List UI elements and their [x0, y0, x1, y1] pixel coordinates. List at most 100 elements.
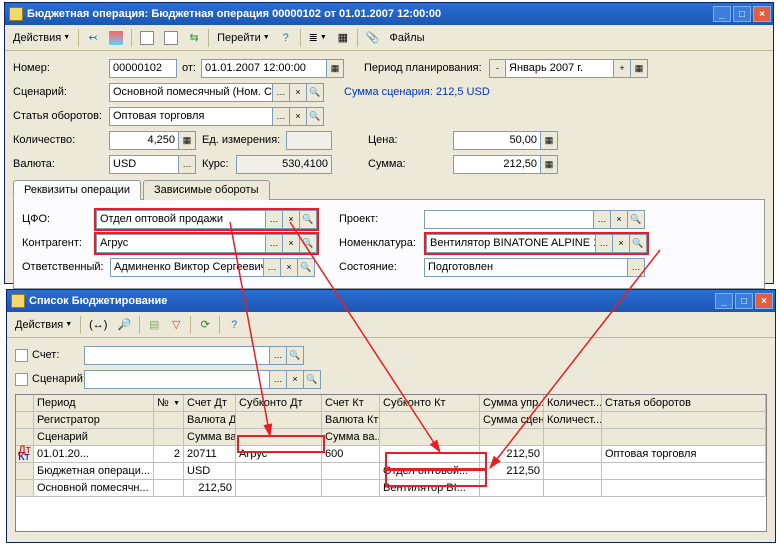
find-icon[interactable]: 🔎 [113, 315, 135, 335]
account-input[interactable] [84, 346, 270, 365]
interval-icon[interactable]: (↔) [85, 315, 111, 335]
hdr-num[interactable]: № ▼ [154, 395, 184, 411]
contr-label: Контрагент: [22, 237, 94, 249]
scenario-open-button[interactable]: 🔍 [307, 83, 324, 102]
hdr-acct-kt[interactable]: Счет Кт [322, 395, 380, 411]
minimize-button[interactable]: _ [713, 6, 731, 22]
files-label[interactable]: Файлы [386, 32, 429, 44]
close-button[interactable]: × [753, 6, 771, 22]
period-input[interactable]: Январь 2007 г. [506, 59, 614, 78]
contr-clear-button[interactable]: × [283, 234, 300, 253]
currency-select-button[interactable]: … [179, 155, 196, 174]
price-calc-button[interactable]: ▦ [541, 131, 558, 150]
number-input[interactable]: 00000102 [109, 59, 177, 78]
maximize-button[interactable]: □ [733, 6, 751, 22]
actions-menu[interactable]: Действия▼ [9, 28, 74, 48]
sum-calc-button[interactable]: ▦ [541, 155, 558, 174]
help-icon[interactable]: ? [276, 28, 296, 48]
scenario-input-2[interactable] [84, 370, 270, 389]
account-select-button[interactable]: … [270, 346, 287, 365]
sort-icon[interactable]: ▤ [144, 315, 164, 335]
scenario-clear-button[interactable]: × [290, 83, 307, 102]
titlebar-2: Список Бюджетирование _ □ × [7, 290, 775, 312]
project-select-button[interactable]: … [594, 210, 611, 229]
doc-icon[interactable] [136, 28, 158, 48]
date-picker-button[interactable]: ▦ [327, 59, 344, 78]
nomen-clear-button[interactable]: × [613, 234, 630, 253]
contr-input[interactable]: Агрус [96, 234, 266, 253]
table-row[interactable]: Основной помесячн... 212,50 Вентилятор B… [16, 480, 766, 497]
account-open-button[interactable]: 🔍 [287, 346, 304, 365]
grid-icon[interactable]: ▦ [333, 28, 353, 48]
scenario-input[interactable]: Основной помесячный (Ном. С+К) [109, 83, 273, 102]
hdr-acct-dt[interactable]: Счет Дт [184, 395, 236, 411]
minimize-button[interactable]: _ [715, 293, 733, 309]
nomen-select-button[interactable]: … [596, 234, 613, 253]
tab-requisites[interactable]: Реквизиты операции [13, 180, 141, 200]
nomen-open-button[interactable]: 🔍 [630, 234, 647, 253]
help-icon[interactable]: ? [224, 315, 244, 335]
cfo-clear-button[interactable]: × [283, 210, 300, 229]
project-open-button[interactable]: 🔍 [628, 210, 645, 229]
state-input[interactable]: Подготовлен [424, 258, 628, 277]
period-next-button[interactable]: + [614, 59, 631, 78]
hdr-stat[interactable]: Статья оборотов [602, 395, 766, 411]
date-input[interactable]: 01.01.2007 12:00:00 [201, 59, 327, 78]
project-label: Проект: [339, 213, 424, 225]
doc-star-icon[interactable] [160, 28, 182, 48]
window-title: Бюджетная операция: Бюджетная операция 0… [27, 8, 441, 20]
price-input[interactable]: 50,00 [453, 131, 541, 150]
resp-open-button[interactable]: 🔍 [298, 258, 315, 277]
stat-select-button[interactable]: … [273, 107, 290, 126]
refresh-icon[interactable]: ⟳ [195, 315, 215, 335]
project-input[interactable] [424, 210, 594, 229]
resp-clear-button[interactable]: × [281, 258, 298, 277]
tree-icon[interactable]: ⇆ [184, 28, 204, 48]
hdr-sum-upr[interactable]: Сумма упр... [480, 395, 544, 411]
cfo-open-button[interactable]: 🔍 [300, 210, 317, 229]
state-label: Состояние: [339, 261, 424, 273]
contr-open-button[interactable]: 🔍 [300, 234, 317, 253]
close-button[interactable]: × [755, 293, 773, 309]
stat-input[interactable]: Оптовая торговля [109, 107, 273, 126]
sum-input[interactable]: 212,50 [453, 155, 541, 174]
scenario-select-button[interactable]: … [273, 83, 290, 102]
from-label: от: [177, 62, 201, 74]
hdr-subk-dt[interactable]: Субконто Дт [236, 395, 322, 411]
filter-clear-icon[interactable]: ▽ [166, 315, 186, 335]
resp-select-button[interactable]: … [264, 258, 281, 277]
account-checkbox[interactable] [15, 349, 28, 362]
hdr-period[interactable]: Период [34, 395, 154, 411]
cfo-select-button[interactable]: … [266, 210, 283, 229]
table-row[interactable]: Бюджетная операци... USD Отдел оптовой..… [16, 463, 766, 480]
tab-dependent[interactable]: Зависимые обороты [143, 180, 270, 200]
data-grid[interactable]: Период № ▼ Счет Дт Субконто Дт Счет Кт С… [15, 394, 767, 532]
scenario-select-button[interactable]: … [270, 370, 287, 389]
contr-select-button[interactable]: … [266, 234, 283, 253]
attach-icon[interactable]: 📎 [362, 28, 384, 48]
cfo-input[interactable]: Отдел оптовой продажи [96, 210, 266, 229]
hdr-subk-kt[interactable]: Субконто Кт [380, 395, 480, 411]
hdr-qty[interactable]: Количест... [544, 395, 602, 411]
stat-open-button[interactable]: 🔍 [307, 107, 324, 126]
qty-calc-button[interactable]: ▦ [179, 131, 196, 150]
chart-icon[interactable] [105, 28, 127, 48]
nomen-input[interactable]: Вентилятор BINATONE ALPINE 16 [426, 234, 596, 253]
project-clear-button[interactable]: × [611, 210, 628, 229]
list-icon[interactable]: ≣▼ [305, 28, 331, 48]
back-icon[interactable]: ↢ [83, 28, 103, 48]
stat-clear-button[interactable]: × [290, 107, 307, 126]
state-select-button[interactable]: … [628, 258, 645, 277]
resp-input[interactable]: Админенко Виктор Сергеевич [110, 258, 264, 277]
period-picker-button[interactable]: ▦ [631, 59, 648, 78]
maximize-button[interactable]: □ [735, 293, 753, 309]
table-row[interactable]: ДтКт 01.01.20... 2 20711 Агрус 600 212,5… [16, 446, 766, 463]
actions-menu[interactable]: Действия▼ [11, 315, 76, 335]
currency-input[interactable]: USD [109, 155, 179, 174]
scenario-checkbox[interactable] [15, 373, 28, 386]
goto-menu[interactable]: Перейти▼ [213, 28, 274, 48]
scenario-clear-button[interactable]: × [287, 370, 304, 389]
scenario-open-button[interactable]: 🔍 [304, 370, 321, 389]
period-prev-button[interactable]: - [489, 59, 506, 78]
qty-input[interactable]: 4,250 [109, 131, 179, 150]
